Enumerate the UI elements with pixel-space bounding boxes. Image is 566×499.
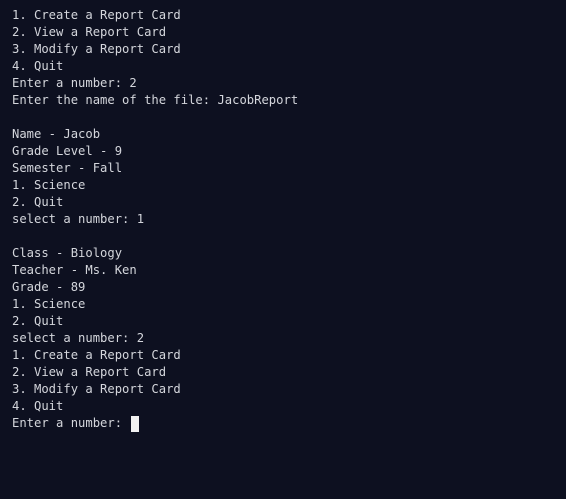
output-line: select a number: 2 bbox=[12, 331, 145, 345]
output-line: 2. View a Report Card bbox=[12, 25, 167, 39]
text-cursor[interactable] bbox=[131, 415, 140, 432]
output-line: Class - Biology bbox=[12, 246, 123, 260]
output-line: Semester - Fall bbox=[12, 161, 123, 175]
output-line: 4. Quit bbox=[12, 59, 64, 73]
output-line: 1. Create a Report Card bbox=[12, 348, 181, 362]
output-line: 2. Quit bbox=[12, 195, 64, 209]
output-line: 2. View a Report Card bbox=[12, 365, 167, 379]
output-line: Grade - 89 bbox=[12, 280, 86, 294]
output-line: 1. Create a Report Card bbox=[12, 8, 181, 22]
terminal-window[interactable]: 1. Create a Report Card 2. View a Report… bbox=[0, 0, 566, 499]
output-line: Enter a number: 2 bbox=[12, 76, 137, 90]
output-line: 1. Science bbox=[12, 178, 86, 192]
output-line: 3. Modify a Report Card bbox=[12, 42, 181, 56]
output-line: 2. Quit bbox=[12, 314, 64, 328]
output-line: Grade Level - 9 bbox=[12, 144, 123, 158]
output-line: 3. Modify a Report Card bbox=[12, 382, 181, 396]
terminal-output: 1. Create a Report Card 2. View a Report… bbox=[12, 7, 566, 415]
input-prompt-line[interactable]: Enter a number: bbox=[12, 415, 566, 432]
output-line: Enter the name of the file: JacobReport bbox=[12, 93, 299, 107]
output-line: 4. Quit bbox=[12, 399, 64, 413]
output-line: Name - Jacob bbox=[12, 127, 101, 141]
prompt-text: Enter a number: bbox=[12, 416, 130, 430]
output-line: select a number: 1 bbox=[12, 212, 145, 226]
output-line: Teacher - Ms. Ken bbox=[12, 263, 137, 277]
output-line: 1. Science bbox=[12, 297, 86, 311]
